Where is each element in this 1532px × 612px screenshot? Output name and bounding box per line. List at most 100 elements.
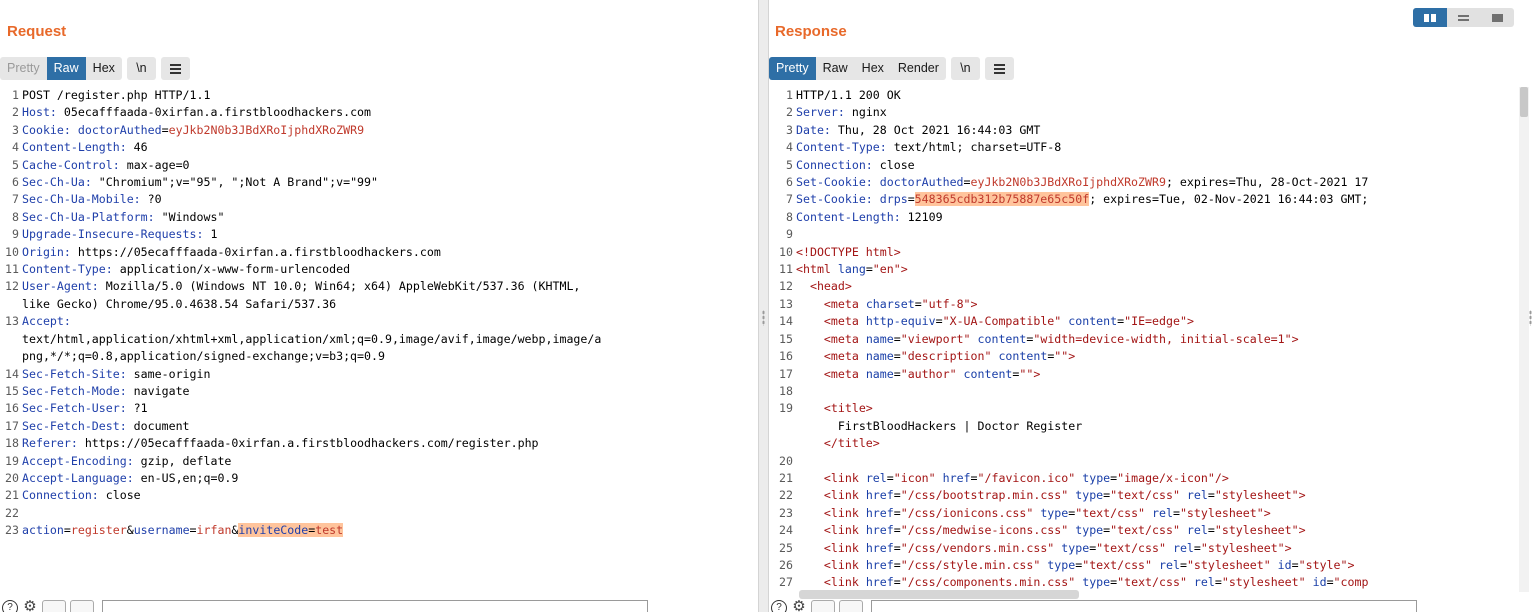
code-token: >	[1298, 523, 1306, 538]
code-text: <meta charset="utf-8">	[796, 296, 1532, 313]
code-token: "text/css"	[1110, 488, 1180, 503]
code-token: gzip, deflate	[133, 453, 232, 468]
tab-raw[interactable]: Raw	[816, 57, 855, 80]
code-token: type	[1068, 488, 1104, 503]
code-text: User-Agent: Mozilla/5.0 (Windows NT 10.0…	[22, 278, 758, 295]
line-number: 18	[779, 383, 793, 398]
pane-splitter[interactable]	[758, 0, 769, 612]
settings-gear-icon[interactable]: ⚙	[791, 599, 807, 612]
code-line: 18 Referer: https://05ecafffaada-0xirfan.…	[0, 435, 758, 452]
response-pane: Response Pretty Raw Hex Render \n 1 HTTP/…	[769, 0, 1532, 612]
code-token: FirstBloodHackers | Doctor Register	[796, 418, 1083, 433]
code-token: =	[893, 540, 901, 555]
line-number: 22	[779, 488, 793, 503]
tab-raw[interactable]: Raw	[46, 57, 86, 80]
code-token: Sec-Ch-Ua:	[22, 175, 92, 190]
code-token: <link	[823, 557, 866, 572]
code-token: content	[956, 366, 1013, 381]
code-token: HTTP/1.1 200 OK	[796, 88, 901, 102]
tab-pretty[interactable]: Pretty	[0, 57, 47, 80]
code-token: =	[907, 192, 915, 207]
code-token: Accept-Encoding:	[22, 453, 134, 468]
tab-hex[interactable]: Hex	[86, 57, 122, 80]
request-editor[interactable]: 1 POST /register.php HTTP/1.1 2 Host: 05eca…	[0, 87, 758, 597]
show-newlines-button[interactable]: \n	[950, 57, 980, 80]
code-line: 20 Accept-Language: en-US,en;q=0.9	[0, 470, 758, 487]
help-icon[interactable]: ?	[2, 600, 18, 612]
code-token: >	[1263, 505, 1271, 520]
search-input[interactable]	[102, 600, 648, 612]
line-number: 13	[779, 296, 793, 311]
code-token: "author"	[900, 366, 957, 381]
code-text: Set-Cookie: drps=548365cdb312b75887e65c5…	[796, 191, 1532, 208]
help-icon[interactable]: ?	[771, 600, 787, 612]
line-number	[769, 435, 796, 452]
code-line: 21 Connection: close	[0, 487, 758, 504]
code-text: Set-Cookie: doctorAuthed=eyJkb2N0b3JBdXR…	[796, 174, 1532, 191]
vertical-scrollbar[interactable]	[1519, 87, 1529, 592]
columns-icon[interactable]	[1413, 8, 1447, 27]
code-text: Accept:	[22, 313, 758, 330]
code-token: <link	[823, 470, 866, 485]
code-token: Connection:	[796, 157, 873, 172]
code-token: POST /register.php HTTP/1.1	[22, 88, 211, 102]
tab-render[interactable]: Render	[891, 57, 946, 80]
show-newlines-button[interactable]: \n	[126, 57, 156, 80]
previous-match-button[interactable]	[42, 600, 66, 612]
code-token: Cookie:	[22, 122, 71, 137]
previous-match-button[interactable]	[811, 600, 835, 612]
code-token: content	[1061, 314, 1118, 329]
code-token: User-Agent:	[22, 279, 99, 294]
settings-gear-icon[interactable]: ⚙	[22, 599, 38, 612]
code-token: https://05ecafffaada-0xirfan.a.firstbloo…	[77, 436, 539, 451]
code-line: 2 Host: 05ecafffaada-0xirfan.a.firstblood…	[0, 104, 758, 121]
code-token: href	[935, 470, 971, 485]
code-text: Connection: close	[796, 157, 1532, 174]
code-token: max-age=0	[119, 157, 190, 172]
code-token: &	[126, 523, 134, 538]
code-text: Server: nginx	[796, 104, 1532, 121]
code-token: Sec-Fetch-Dest:	[22, 418, 127, 433]
code-token: id	[1305, 575, 1327, 590]
next-match-button[interactable]	[839, 600, 863, 612]
code-token: Content-Length:	[22, 140, 127, 155]
tab-pretty[interactable]: Pretty	[769, 57, 816, 80]
code-line: 12 User-Agent: Mozilla/5.0 (Windows NT 10…	[0, 278, 758, 295]
code-text: png,*/*;q=0.8,application/signed-exchang…	[22, 348, 758, 365]
line-number: 1	[786, 88, 793, 102]
code-token: <title>	[823, 401, 873, 416]
code-text: Origin: https://05ecafffaada-0xirfan.a.f…	[22, 244, 758, 261]
horizontal-scrollbar[interactable]	[799, 590, 1079, 599]
request-pane: Request Pretty Raw Hex \n 1 POST /registe…	[0, 0, 758, 612]
code-token: username	[133, 523, 190, 538]
code-token: name	[865, 331, 894, 346]
line-number: 19	[5, 453, 19, 468]
code-line: 21 <link rel="icon" href="/favicon.ico" …	[769, 470, 1532, 487]
single-pane-icon[interactable]	[1480, 8, 1514, 27]
menu-icon[interactable]	[984, 57, 1014, 80]
line-number: 14	[779, 314, 793, 329]
menu-icon[interactable]	[160, 57, 190, 80]
code-line: 8 Content-Length: 12109	[769, 209, 1532, 226]
code-line: 22 <link href="/css/bootstrap.min.css" t…	[769, 487, 1532, 504]
code-line: 4 Content-Type: text/html; charset=UTF-8	[769, 139, 1532, 156]
scrollbar-thumb[interactable]	[1520, 87, 1528, 117]
code-line: 17 Sec-Fetch-Dest: document	[0, 418, 758, 435]
line-number: 6	[786, 175, 793, 190]
line-number: 2	[12, 105, 19, 120]
response-editor[interactable]: 1 HTTP/1.1 200 OK 2 Server: nginx 3 Date: Thu…	[769, 87, 1532, 597]
code-token: =	[914, 296, 922, 311]
line-number	[0, 296, 22, 313]
code-token: Upgrade-Insecure-Requests:	[22, 227, 204, 242]
tab-hex[interactable]: Hex	[855, 57, 891, 80]
line-number: 5	[12, 157, 19, 172]
rows-icon[interactable]	[1447, 8, 1481, 27]
code-token: application/x-www-form-urlencoded	[112, 262, 351, 277]
search-input[interactable]	[871, 600, 1417, 612]
next-match-button[interactable]	[70, 600, 94, 612]
